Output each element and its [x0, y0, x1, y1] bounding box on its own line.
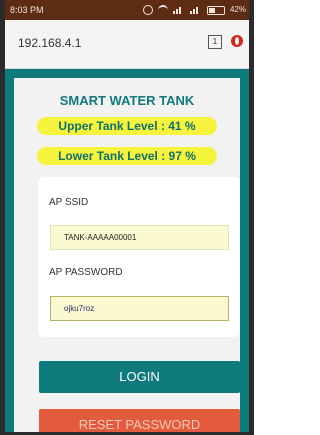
url-field[interactable]: 192.168.4.1 [18, 36, 81, 50]
page-title: SMART WATER TANK [59, 93, 195, 108]
device-frame-left [0, 0, 5, 435]
battery-icon [206, 5, 225, 15]
status-time: 8:03 PM [10, 5, 44, 15]
signal-icon [172, 6, 185, 14]
ap-ssid-input[interactable]: TANK-AAAAA00001 [50, 225, 229, 250]
status-bar: 8:03 PM 42% [0, 0, 254, 20]
device-frame-right [249, 0, 254, 435]
lower-tank-level: Lower Tank Level : 97 % [37, 147, 217, 165]
status-icons: 42% [142, 0, 246, 20]
ap-password-input[interactable]: ojku7roz [50, 296, 229, 321]
signal-icon [189, 6, 202, 14]
ap-password-label: AP PASSWORD [49, 267, 123, 278]
login-button[interactable]: LOGIN [39, 361, 240, 393]
opera-icon[interactable] [231, 35, 243, 47]
phone-screen: 8:03 PM 42% 192.168.4.1 1 SMART WATER TA… [0, 0, 254, 435]
browser-address-bar: 192.168.4.1 1 [0, 20, 254, 69]
wifi-icon [157, 5, 168, 15]
upper-tank-level: Upper Tank Level : 41 % [37, 117, 217, 135]
battery-percent: 42% [229, 5, 246, 14]
ap-ssid-label: AP SSID [49, 197, 89, 208]
alarm-icon [142, 5, 153, 15]
tab-count-button[interactable]: 1 [208, 35, 222, 49]
